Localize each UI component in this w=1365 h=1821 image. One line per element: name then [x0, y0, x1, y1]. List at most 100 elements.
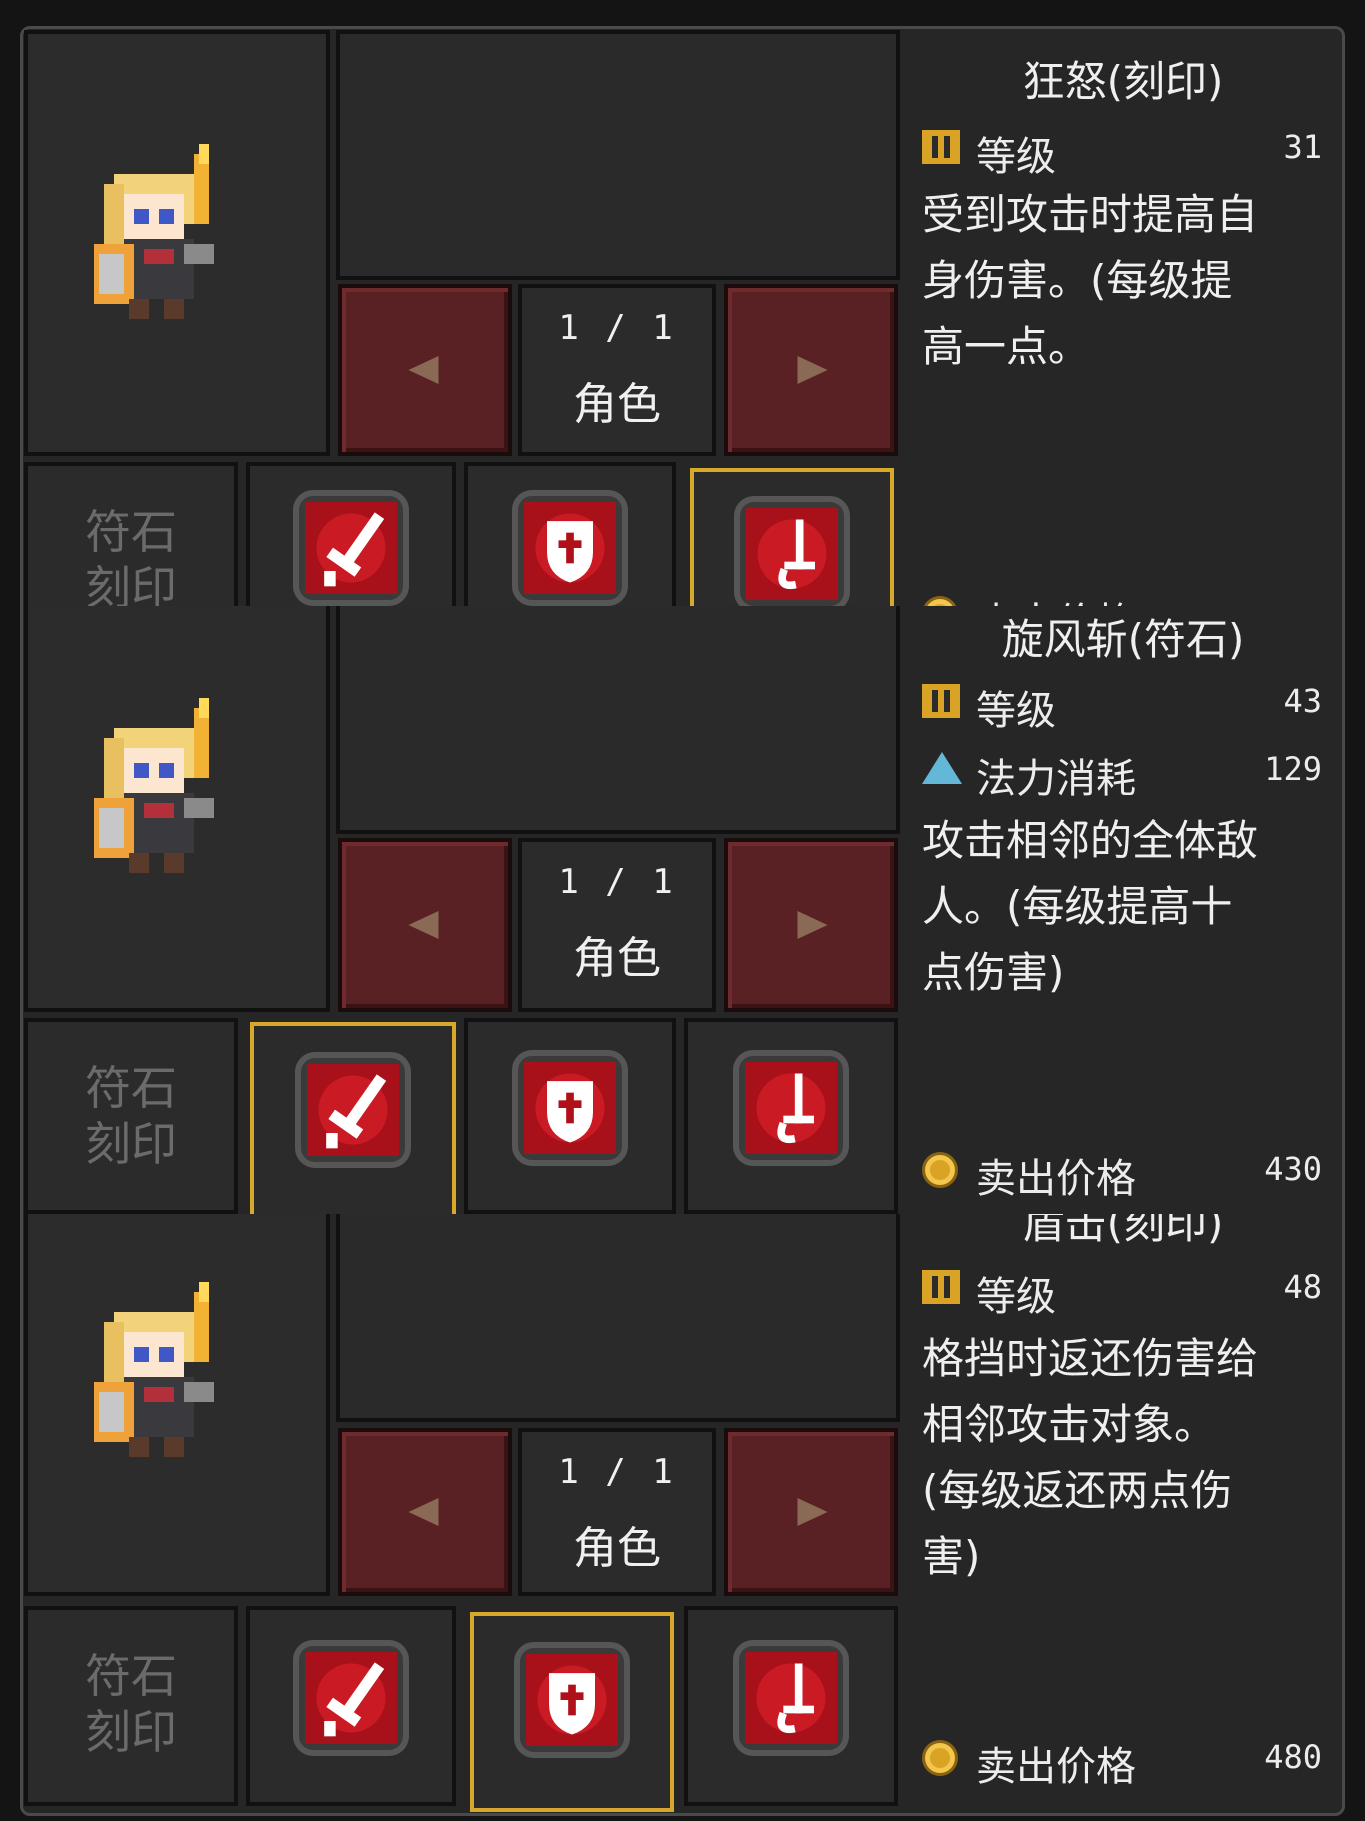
coin-icon	[922, 1740, 958, 1776]
character-portrait	[24, 1214, 330, 1596]
rune-panel-2: 1 / 1 角色 符石 刻印 旋风斩(符石) 等级 43 法力消耗 129 攻击…	[0, 606, 1365, 1214]
price-label: 卖出价格	[976, 1744, 1136, 1790]
next-page-button[interactable]	[724, 284, 898, 456]
level-icon	[922, 684, 960, 718]
level-row: 等级 31	[922, 124, 1322, 180]
item-title: 旋风斩(符石)	[1001, 615, 1245, 664]
level-value: 43	[1283, 682, 1322, 720]
item-title: 狂怒(刻印)	[1022, 57, 1224, 106]
right-arrow-icon	[797, 1498, 828, 1526]
shield-rune-icon	[512, 490, 628, 606]
price-value: 430	[1264, 1150, 1322, 1188]
description-line: 受到攻击时提高自	[922, 190, 1259, 239]
description-line: 格挡时返还伤害给	[922, 1334, 1259, 1383]
rune-panel-1: 1 / 1 角色 符石 刻印 狂怒(刻印) 等级 31 受到攻击时提高自 身伤害…	[0, 0, 1365, 606]
sword-rune-icon	[293, 1640, 409, 1756]
prev-page-button[interactable]	[338, 1428, 512, 1596]
detail-panel: 旋风斩(符石) 等级 43 法力消耗 129 攻击相邻的全体敌 人。(每级提高十…	[908, 606, 1338, 1214]
page-indicator: 1 / 1 角色	[518, 284, 716, 456]
rune-engrave-label: 符石 刻印	[24, 462, 238, 606]
next-page-button[interactable]	[724, 838, 898, 1012]
shield-rune-icon	[514, 1642, 630, 1758]
page-number: 1 / 1	[558, 308, 676, 348]
price-row: 卖出价格	[922, 590, 1322, 606]
mana-row: 法力消耗 129	[922, 746, 1322, 802]
description-line: 人。(每级提高十	[922, 882, 1233, 931]
mana-label: 法力消耗	[976, 756, 1136, 802]
description-line: 相邻攻击对象。	[922, 1400, 1217, 1449]
rune-slot-3[interactable]	[684, 1606, 898, 1806]
rune-slot-2[interactable]	[470, 1612, 674, 1812]
rune-engrave-label: 符石 刻印	[24, 1606, 238, 1806]
description-line: 害)	[922, 1532, 981, 1581]
rune-slot-3[interactable]	[684, 1018, 898, 1214]
rune-engrave-text: 符石 刻印	[85, 1649, 177, 1759]
left-arrow-icon	[408, 911, 439, 939]
page-category-label: 角色	[573, 379, 661, 430]
prev-page-button[interactable]	[338, 838, 512, 1012]
hero-sprite-icon	[94, 144, 214, 319]
description-line: 高一点。	[922, 322, 1091, 371]
page-category-label: 角色	[573, 933, 661, 984]
level-label: 等级	[976, 134, 1056, 180]
item-description: 攻击相邻的全体敌 人。(每级提高十 点伤害)	[922, 808, 1332, 1006]
level-label: 等级	[976, 688, 1056, 734]
item-description: 受到攻击时提高自 身伤害。(每级提 高一点。	[922, 182, 1332, 380]
price-label: 卖出价格	[976, 1156, 1136, 1202]
rapier-rune-icon	[733, 1640, 849, 1756]
mana-value: 129	[1264, 750, 1322, 788]
hero-sprite-icon	[94, 698, 214, 873]
detail-panel: 狂怒(刻印) 等级 31 受到攻击时提高自 身伤害。(每级提 高一点。 卖出价格	[908, 0, 1338, 606]
level-label: 等级	[976, 1274, 1056, 1320]
left-arrow-icon	[408, 356, 439, 384]
hero-sprite-icon	[94, 1282, 214, 1457]
rune-slot-1[interactable]	[246, 1606, 456, 1806]
level-icon	[922, 130, 960, 164]
page-indicator: 1 / 1 角色	[518, 838, 716, 1012]
next-page-button[interactable]	[724, 1428, 898, 1596]
page-indicator: 1 / 1 角色	[518, 1428, 716, 1596]
description-line: 点伤害)	[922, 948, 1065, 997]
character-portrait	[24, 30, 330, 456]
price-row: 卖出价格 430	[922, 1146, 1322, 1202]
prev-page-button[interactable]	[338, 284, 512, 456]
level-row: 等级 43	[922, 678, 1322, 734]
price-row: 卖出价格 480	[922, 1734, 1322, 1790]
sword-rune-icon	[293, 490, 409, 606]
rune-slot-2[interactable]	[464, 1018, 676, 1214]
left-arrow-icon	[408, 1498, 439, 1526]
level-icon	[922, 1270, 960, 1304]
right-arrow-icon	[797, 911, 828, 939]
item-title: 盾击(刻印)	[1022, 1214, 1224, 1248]
empty-display-area	[336, 606, 900, 834]
rune-slot-3[interactable]	[690, 468, 894, 606]
page-number: 1 / 1	[558, 1452, 676, 1492]
item-description: 格挡时返还伤害给 相邻攻击对象。 (每级返还两点伤 害)	[922, 1326, 1332, 1590]
rune-engrave-label: 符石 刻印	[24, 1018, 238, 1214]
page-category-label: 角色	[573, 1523, 661, 1574]
level-row: 等级 48	[922, 1264, 1322, 1320]
page-number: 1 / 1	[558, 862, 676, 902]
rune-engrave-text: 符石 刻印	[85, 1061, 177, 1171]
mana-potion-icon	[922, 752, 962, 784]
rapier-rune-icon	[733, 1050, 849, 1166]
rune-slot-1[interactable]	[250, 1022, 456, 1214]
level-value: 48	[1283, 1268, 1322, 1306]
description-line: (每级返还两点伤	[922, 1466, 1233, 1515]
rune-slot-2[interactable]	[464, 462, 676, 606]
shield-rune-icon	[512, 1050, 628, 1166]
coin-icon	[922, 596, 958, 606]
level-value: 31	[1283, 128, 1322, 166]
price-value: 480	[1264, 1738, 1322, 1776]
character-portrait	[24, 606, 330, 1012]
empty-display-area	[336, 1214, 900, 1422]
price-label: 卖出价格	[976, 590, 1136, 606]
sword-rune-icon	[295, 1052, 411, 1168]
coin-icon	[922, 1152, 958, 1188]
detail-panel: 盾击(刻印) 等级 48 格挡时返还伤害给 相邻攻击对象。 (每级返还两点伤 害…	[908, 1214, 1338, 1821]
rune-panel-3: 1 / 1 角色 符石 刻印 盾击(刻印) 等级 48 格挡时返还伤害给 相邻攻…	[0, 1214, 1365, 1821]
rune-slot-1[interactable]	[246, 462, 456, 606]
description-line: 攻击相邻的全体敌	[922, 816, 1259, 865]
empty-display-area	[336, 30, 900, 280]
rapier-rune-icon	[734, 496, 850, 606]
